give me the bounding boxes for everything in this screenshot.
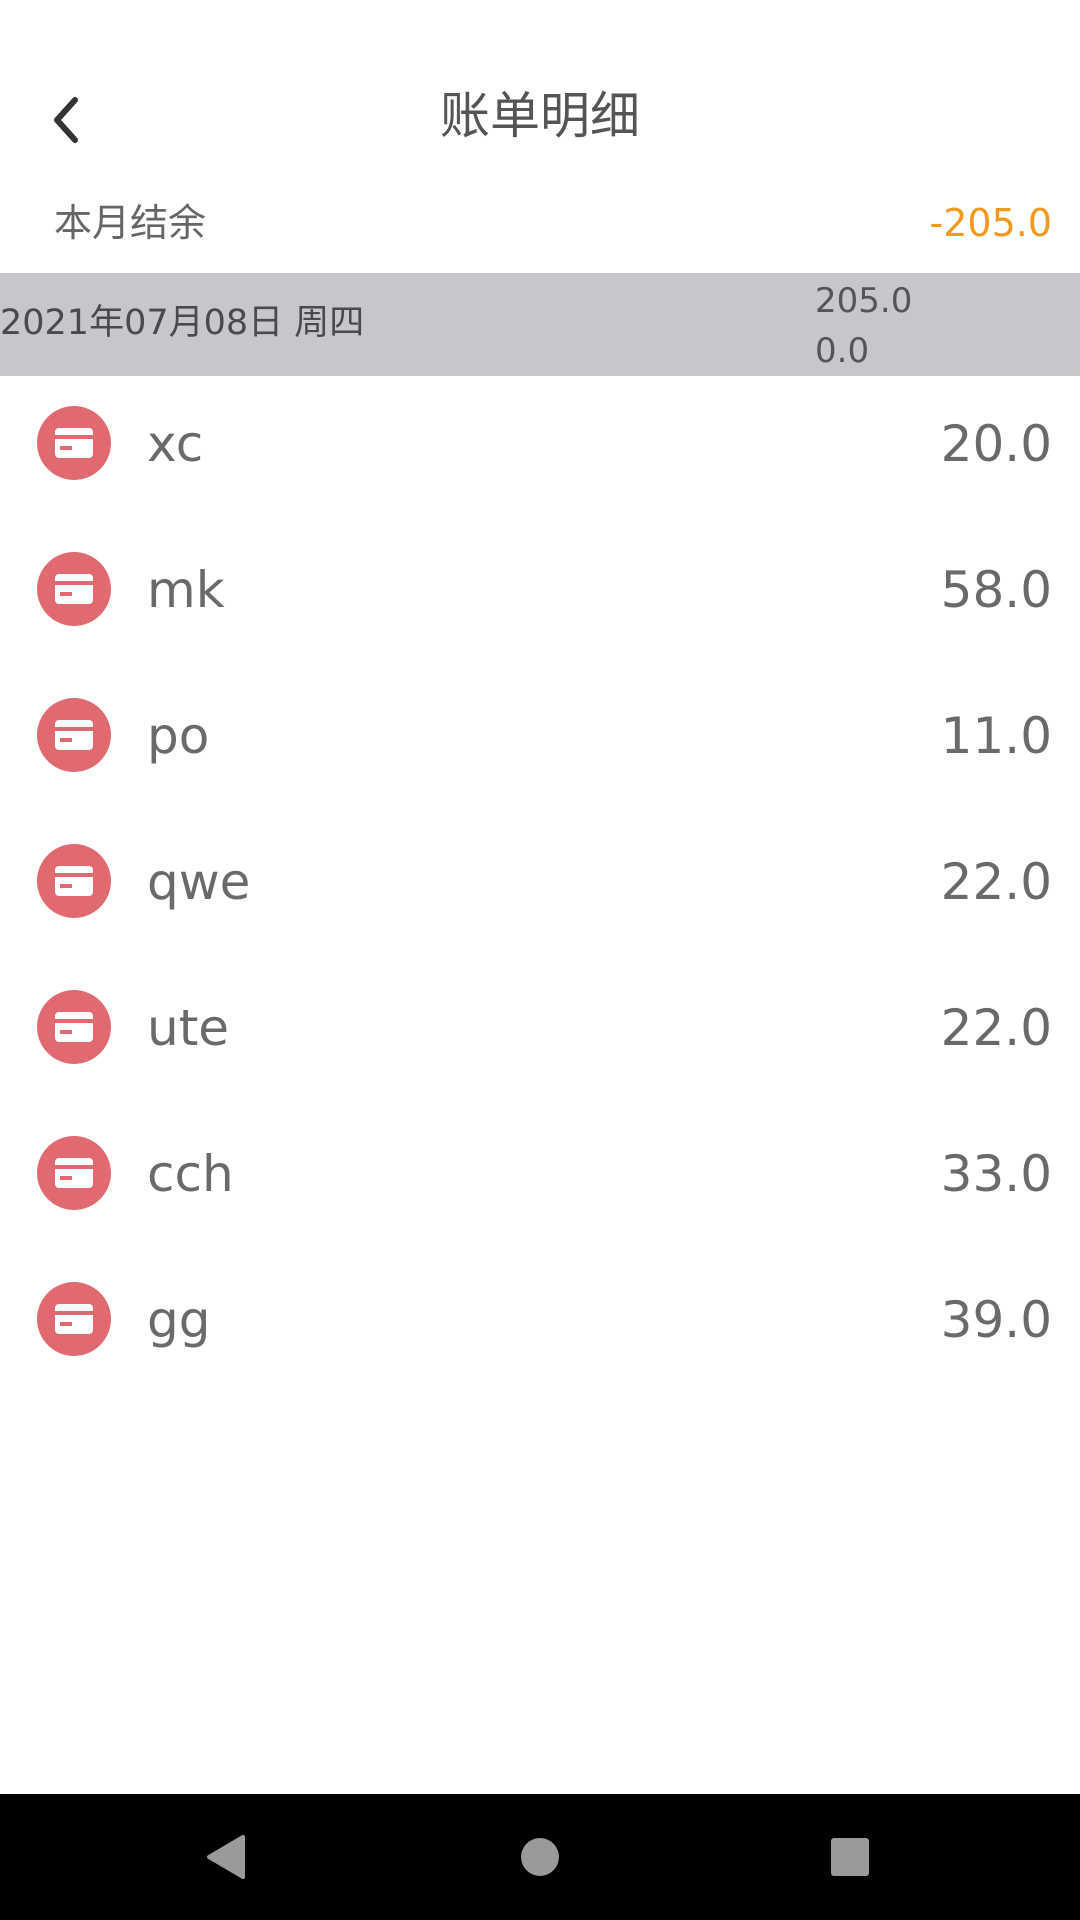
bill-amount: 11.0 bbox=[940, 707, 1052, 765]
bill-amount: 33.0 bbox=[940, 1145, 1052, 1203]
bill-amount: 22.0 bbox=[940, 999, 1052, 1057]
bill-name: mk bbox=[147, 561, 225, 619]
bill-item[interactable]: ute 22.0 bbox=[0, 960, 1080, 1106]
system-navigation-bar bbox=[0, 1794, 1080, 1920]
nav-recents-button[interactable] bbox=[815, 1822, 885, 1892]
card-icon bbox=[37, 406, 111, 480]
card-icon bbox=[37, 1136, 111, 1210]
bill-item[interactable]: mk 58.0 bbox=[0, 522, 1080, 668]
bill-item[interactable]: po 11.0 bbox=[0, 668, 1080, 814]
bill-amount: 58.0 bbox=[940, 561, 1052, 619]
triangle-back-icon bbox=[207, 1835, 245, 1879]
bill-amount: 20.0 bbox=[940, 415, 1052, 473]
nav-home-button[interactable] bbox=[505, 1822, 575, 1892]
card-icon bbox=[37, 698, 111, 772]
date-group-header: 2021年07月08日 周四 205.0 0.0 bbox=[0, 273, 1080, 376]
bill-amount: 39.0 bbox=[940, 1291, 1052, 1349]
bill-item[interactable]: gg 39.0 bbox=[0, 1252, 1080, 1398]
day-income-total: 0.0 bbox=[815, 331, 870, 371]
bill-item[interactable]: cch 33.0 bbox=[0, 1106, 1080, 1252]
bill-item[interactable]: xc 20.0 bbox=[0, 376, 1080, 522]
bill-name: xc bbox=[147, 415, 204, 473]
square-recents-icon bbox=[831, 1838, 869, 1876]
bill-name: qwe bbox=[147, 853, 251, 911]
bill-name: ute bbox=[147, 999, 230, 1057]
date-label: 2021年07月08日 周四 bbox=[0, 303, 365, 343]
month-balance-row: 本月结余 -205.0 bbox=[0, 188, 1080, 258]
page-title: 账单明细 bbox=[440, 87, 640, 145]
month-balance-label: 本月结余 bbox=[54, 201, 207, 245]
bill-name: gg bbox=[147, 1291, 211, 1349]
bill-amount: 22.0 bbox=[940, 853, 1052, 911]
card-icon bbox=[37, 1282, 111, 1356]
month-balance-value: -205.0 bbox=[929, 201, 1053, 245]
bill-item[interactable]: qwe 22.0 bbox=[0, 814, 1080, 960]
card-icon bbox=[37, 552, 111, 626]
app-header: 账单明细 bbox=[0, 0, 1080, 175]
card-icon bbox=[37, 990, 111, 1064]
circle-home-icon bbox=[521, 1838, 559, 1876]
bill-list: xc 20.0 mk 58.0 po 11.0 qwe 22.0 ute 22.… bbox=[0, 376, 1080, 1398]
app-screen: 账单明细 本月结余 -205.0 2021年07月08日 周四 205.0 0.… bbox=[0, 0, 1080, 1920]
bill-name: po bbox=[147, 707, 210, 765]
card-icon bbox=[37, 844, 111, 918]
bill-name: cch bbox=[147, 1145, 234, 1203]
day-expense-total: 205.0 bbox=[815, 281, 913, 321]
nav-back-button[interactable] bbox=[190, 1822, 260, 1892]
